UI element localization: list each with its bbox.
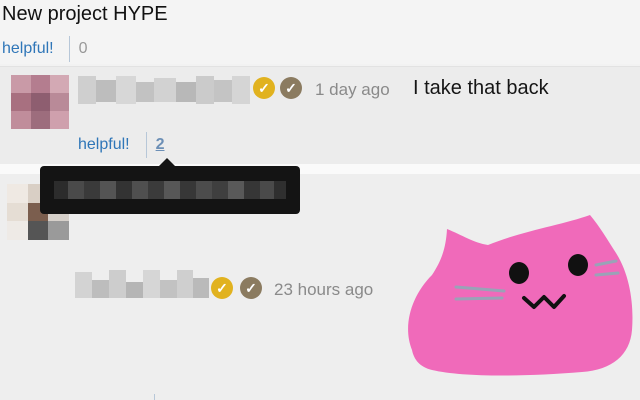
cat-body [408,215,633,376]
check-brown-badge: ✓ [240,277,262,299]
comment-helpful-count[interactable]: 2 [156,136,165,154]
comment-timestamp[interactable]: 1 day ago [315,80,390,100]
helpful-divider [68,36,70,62]
avatar[interactable] [11,75,69,129]
comment-text: I take that back [413,77,549,99]
post-header: New project HYPE helpful! 0 [0,0,640,64]
comment-item: ✓ ✓ 1 day ago I take that back helpful! … [0,66,640,165]
cat-right-eye [568,254,588,276]
helpful-divider [145,132,147,158]
comment-timestamp[interactable]: 23 hours ago [274,280,373,300]
check-gold-badge: ✓ [253,77,275,99]
pink-cat-sticker [408,215,633,376]
helpful-divider [154,394,155,400]
comment-helpful-row: helpful! 2 [78,132,165,158]
author-name[interactable] [78,76,250,104]
check-brown-badge: ✓ [280,77,302,99]
helpful-users-tooltip [40,166,300,214]
check-gold-badge: ✓ [211,277,233,299]
tooltip-redacted-text [54,181,286,199]
tooltip-arrow [159,158,175,166]
comment-helpful-button[interactable]: helpful! [78,136,130,154]
post-helpful-row: helpful! 0 [2,36,88,62]
post-helpful-button[interactable]: helpful! [2,40,54,58]
cat-left-eye [509,262,529,284]
post-helpful-count[interactable]: 0 [79,40,88,58]
post-title: New project HYPE [2,3,168,25]
author-name[interactable] [75,270,209,300]
